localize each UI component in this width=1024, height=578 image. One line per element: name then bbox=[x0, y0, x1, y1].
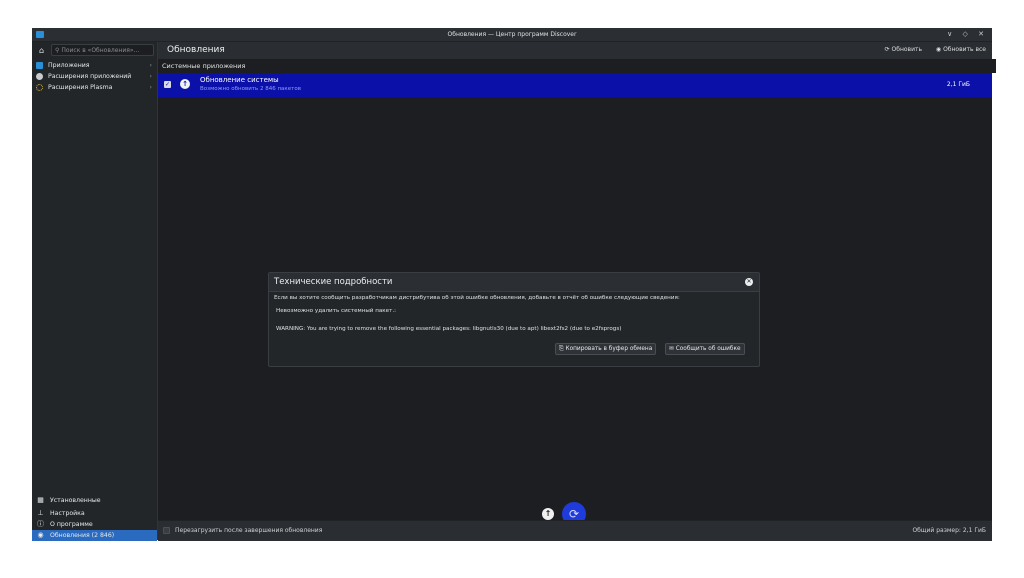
system-update-icon: ↑ bbox=[180, 79, 190, 89]
refresh-button[interactable]: ⟳ Обновить bbox=[885, 46, 922, 53]
copy-to-clipboard-button[interactable]: ⎘ Копировать в буфер обмена bbox=[555, 343, 657, 355]
sidebar-item-updates[interactable]: ◉ Обновления (2 846) bbox=[32, 530, 157, 541]
sidebar: ⌂ ⚲ Поиск в «Обновления»... Приложения ›… bbox=[32, 42, 158, 541]
chevron-right-icon: › bbox=[149, 73, 152, 80]
row-checkbox[interactable]: ✓ bbox=[164, 81, 171, 88]
mail-icon: ✉ bbox=[669, 346, 676, 352]
sidebar-item-installed[interactable]: ▦ Установленные bbox=[32, 495, 157, 506]
search-row: ⌂ ⚲ Поиск в «Обновления»... bbox=[32, 42, 157, 59]
update-all-button[interactable]: ◉ Обновить все bbox=[936, 46, 986, 53]
report-bug-button[interactable]: ✉ Сообщить об ошибке bbox=[665, 343, 745, 355]
dialog-title: Технические подробности bbox=[274, 277, 393, 287]
technical-details-dialog: Технические подробности ✕ Если вы хотите… bbox=[268, 272, 760, 367]
sidebar-item-label: Обновления (2 846) bbox=[50, 532, 115, 539]
discover-window: Обновления — Центр программ Discover ∨ ◇… bbox=[32, 28, 996, 541]
about-icon: ⓘ bbox=[37, 520, 44, 528]
chevron-right-icon: › bbox=[149, 84, 152, 91]
reboot-checkbox[interactable] bbox=[163, 527, 170, 534]
arrow-up-icon: ↑ bbox=[544, 509, 552, 518]
installed-icon: ▦ bbox=[37, 496, 44, 504]
window-title: Обновления — Центр программ Discover bbox=[447, 31, 577, 38]
update-all-label: Обновить все bbox=[943, 46, 986, 53]
search-input[interactable]: ⚲ Поиск в «Обновления»... bbox=[51, 44, 154, 56]
section-header: Системные приложения bbox=[158, 59, 996, 73]
sidebar-item-plasma-addons[interactable]: Расширения Plasma › bbox=[32, 82, 157, 93]
title-bar: Обновления — Центр программ Discover ∨ ◇… bbox=[32, 28, 992, 42]
home-button[interactable]: ⌂ bbox=[36, 45, 47, 56]
status-footer: Перезагрузить после завершения обновлени… bbox=[158, 520, 992, 541]
close-button[interactable]: ✕ bbox=[745, 278, 753, 286]
error-details: WARNING: You are trying to remove the fo… bbox=[276, 326, 622, 332]
report-label: Сообщить об ошибке bbox=[675, 346, 741, 352]
sidebar-item-apps[interactable]: Приложения › bbox=[32, 60, 157, 71]
dialog-header: Технические подробности ✕ bbox=[269, 273, 759, 292]
sidebar-item-label: Расширения приложений bbox=[48, 73, 132, 80]
chevron-right-icon: › bbox=[149, 62, 152, 69]
settings-icon: ⊥ bbox=[37, 509, 44, 517]
sidebar-item-label: Установленные bbox=[50, 497, 101, 504]
plasma-addons-icon bbox=[36, 84, 43, 91]
list-item[interactable]: ✓ ↑ Обновление системы Возможно обновить… bbox=[158, 73, 992, 97]
total-size: Общий размер: 2,1 ГиБ bbox=[912, 527, 986, 534]
close-icon: ✕ bbox=[746, 278, 752, 285]
sidebar-item-label: Расширения Plasma bbox=[48, 84, 113, 91]
error-message: Невозможно удалить системный пакет.: bbox=[276, 308, 397, 314]
window-controls[interactable]: ∨ ◇ ✕ bbox=[947, 30, 988, 38]
page-header: Обновления ⟳ Обновить ◉ Обновить все bbox=[158, 42, 992, 60]
dialog-intro: Если вы хотите сообщить разработчикам ди… bbox=[274, 295, 680, 301]
sidebar-item-settings[interactable]: ⊥ Настройка bbox=[32, 508, 157, 519]
refresh-label: Обновить bbox=[891, 46, 922, 53]
refresh-icon: ⟳ bbox=[884, 46, 892, 53]
row-title: Обновление системы bbox=[200, 76, 279, 84]
updates-icon: ◉ bbox=[37, 531, 44, 539]
reboot-label: Перезагрузить после завершения обновлени… bbox=[175, 527, 323, 534]
apps-icon bbox=[36, 62, 43, 69]
app-addons-icon bbox=[36, 73, 43, 80]
copy-label: Копировать в буфер обмена bbox=[565, 346, 653, 352]
page-title: Обновления bbox=[167, 45, 225, 55]
sidebar-item-label: О программе bbox=[50, 521, 93, 528]
search-placeholder: Поиск в «Обновления»... bbox=[61, 47, 140, 54]
sidebar-item-label: Настройка bbox=[50, 510, 85, 517]
row-size: 2,1 ГиБ bbox=[946, 81, 970, 88]
sidebar-item-label: Приложения bbox=[48, 62, 90, 69]
spinner-icon: ⟳ bbox=[568, 507, 580, 521]
update-all-icon: ◉ bbox=[935, 46, 944, 53]
row-subtitle: Возможно обновить 2 846 пакетов bbox=[200, 86, 301, 92]
update-action-button[interactable]: ↑ bbox=[542, 508, 554, 520]
home-icon: ⌂ bbox=[38, 46, 45, 55]
sidebar-item-about[interactable]: ⓘ О программе bbox=[32, 519, 157, 530]
sidebar-item-app-addons[interactable]: Расширения приложений › bbox=[32, 71, 157, 82]
